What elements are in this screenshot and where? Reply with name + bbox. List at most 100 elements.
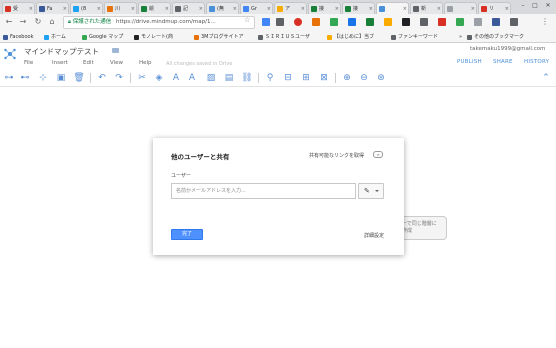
reload-icon[interactable]: ↻ [33, 17, 43, 27]
add-child-icon[interactable]: ⊶ [3, 72, 15, 84]
pinterest-icon[interactable] [294, 18, 302, 26]
tab-close-icon[interactable]: × [267, 6, 271, 12]
browser-tab[interactable]: 記 × [172, 2, 205, 14]
menu-view[interactable]: View [110, 60, 123, 66]
forward-icon[interactable]: → [18, 17, 28, 27]
browser-tab[interactable]: ア × [274, 2, 307, 14]
zoom-in-icon[interactable]: ⊕ [341, 72, 353, 84]
font-size-icon[interactable]: A [186, 72, 198, 84]
center-icon[interactable]: ⊛ [375, 72, 387, 84]
extension-icon[interactable] [438, 18, 446, 26]
bookmark-star-icon[interactable]: ☆ [244, 16, 250, 24]
link-icon[interactable]: ⛓︎ [241, 72, 253, 84]
extension-icon[interactable] [492, 18, 500, 26]
document-title[interactable]: マインドマップテスト [24, 46, 99, 57]
menu-insert[interactable]: Insert [52, 60, 68, 66]
bookmark-item[interactable]: ファンキーワード [391, 33, 438, 41]
font-icon[interactable]: A [170, 72, 182, 84]
insert-image-icon[interactable]: ▣ [55, 72, 67, 84]
browser-tab[interactable]: (8 × [70, 2, 103, 14]
bookmark-item[interactable]: ＳＩＲＩＵＳユーザ [258, 33, 310, 41]
chrome-menu-icon[interactable]: ⋮ [540, 17, 550, 27]
get-shareable-link[interactable]: 共有可能なリンクを取得 [309, 152, 364, 159]
browser-tab[interactable]: (無 × [206, 2, 239, 14]
back-icon[interactable]: ← [4, 17, 14, 27]
menu-edit[interactable]: Edit [83, 60, 94, 66]
tab-close-icon[interactable]: × [403, 6, 407, 12]
menu-file[interactable]: File [24, 60, 33, 66]
add-sibling-icon[interactable]: ⊷ [19, 72, 31, 84]
user-email[interactable]: takemaku1999@gmail.com [470, 46, 545, 52]
zoom-out-icon[interactable]: ⊖ [358, 72, 370, 84]
extension-icon[interactable] [474, 18, 482, 26]
menu-help[interactable]: Help [139, 60, 152, 66]
bookmark-item[interactable]: モノレート(商 [134, 33, 173, 41]
bookmark-item[interactable]: 3Mブログサイトア [194, 33, 244, 41]
extension-icon[interactable] [276, 18, 284, 26]
history-button[interactable]: HISTORY [524, 59, 549, 65]
browser-tab[interactable]: 川 × [104, 2, 137, 14]
browser-tab[interactable]: × [444, 2, 477, 14]
extension-icon[interactable] [330, 18, 338, 26]
done-button[interactable]: 完了 [171, 229, 203, 240]
extension-icon[interactable] [262, 18, 270, 26]
extension-icon[interactable] [348, 18, 356, 26]
expand-icon[interactable]: ⊠ [318, 72, 330, 84]
browser-tab[interactable]: 接 × [342, 2, 375, 14]
tab-close-icon[interactable]: × [131, 6, 135, 12]
tab-close-icon[interactable]: × [335, 6, 339, 12]
tab-close-icon[interactable]: × [233, 6, 237, 12]
extension-icon[interactable] [384, 18, 392, 26]
extension-icon[interactable] [366, 18, 374, 26]
add-parent-icon[interactable]: ⊹ [37, 72, 49, 84]
paint-bucket-icon[interactable]: ◈ [153, 72, 165, 84]
extension-icon[interactable] [510, 18, 518, 26]
tab-close-icon[interactable]: × [165, 6, 169, 12]
delete-icon[interactable]: 🗑︎ [73, 72, 85, 84]
tab-close-icon[interactable]: × [29, 6, 33, 12]
user-email-input[interactable] [171, 183, 356, 199]
browser-tab[interactable]: リ × [478, 2, 511, 14]
browser-tab[interactable]: 絵 × [138, 2, 171, 14]
browser-tab[interactable]: 接 × [308, 2, 341, 14]
tab-close-icon[interactable]: × [63, 6, 67, 12]
home-icon[interactable]: ⌂ [47, 17, 57, 27]
close-window-icon[interactable]: ✕ [543, 1, 553, 10]
browser-tab[interactable]: 新 × [410, 2, 443, 14]
cut-icon[interactable]: ✂ [136, 72, 148, 84]
redo-icon[interactable]: ↷ [113, 72, 125, 84]
bookmark-item[interactable]: 【はじめに】当ブ [327, 33, 374, 41]
bookmark-item[interactable]: ホーム [44, 33, 66, 41]
bookmark-item[interactable]: Google マップ [82, 33, 123, 41]
note-icon[interactable]: ▤ [223, 72, 235, 84]
tab-close-icon[interactable]: × [301, 6, 305, 12]
maximize-icon[interactable]: □ [530, 1, 540, 10]
publish-button[interactable]: PUBLISH [457, 59, 482, 65]
collapse-icon[interactable]: ⊞ [300, 72, 312, 84]
folder-icon[interactable] [112, 48, 119, 53]
bookmark-item[interactable]: その他のブックマーク [467, 33, 524, 41]
browser-tab[interactable]: Gr × [240, 2, 273, 14]
permission-dropdown[interactable]: ✎ [358, 183, 384, 199]
browser-tab[interactable]: Fa × [36, 2, 69, 14]
share-button[interactable]: SHARE [493, 59, 513, 65]
tab-close-icon[interactable]: × [437, 6, 441, 12]
collapse-toolbar-icon[interactable]: ⌃ [540, 72, 552, 84]
undo-icon[interactable]: ↶ [96, 72, 108, 84]
tab-close-icon[interactable]: × [97, 6, 101, 12]
link-icon[interactable]: ∞ [373, 151, 383, 158]
image-icon[interactable]: ▨ [205, 72, 217, 84]
browser-tab[interactable]: 受 × [2, 2, 35, 14]
bookmarks-overflow-icon[interactable]: » [459, 33, 462, 41]
tab-close-icon[interactable]: × [471, 6, 475, 12]
extension-icon[interactable] [456, 18, 464, 26]
tab-close-icon[interactable]: × [505, 6, 509, 12]
extension-icon[interactable] [312, 18, 320, 26]
minimize-icon[interactable]: – [518, 1, 528, 10]
bookmark-item[interactable]: Facebook [3, 33, 34, 41]
toggle-icon[interactable]: ⊟ [282, 72, 294, 84]
extension-icon[interactable] [402, 18, 410, 26]
tab-close-icon[interactable]: × [369, 6, 373, 12]
search-icon[interactable]: ⚲ [264, 72, 276, 84]
advanced-settings-link[interactable]: 詳細設定 [364, 232, 384, 239]
